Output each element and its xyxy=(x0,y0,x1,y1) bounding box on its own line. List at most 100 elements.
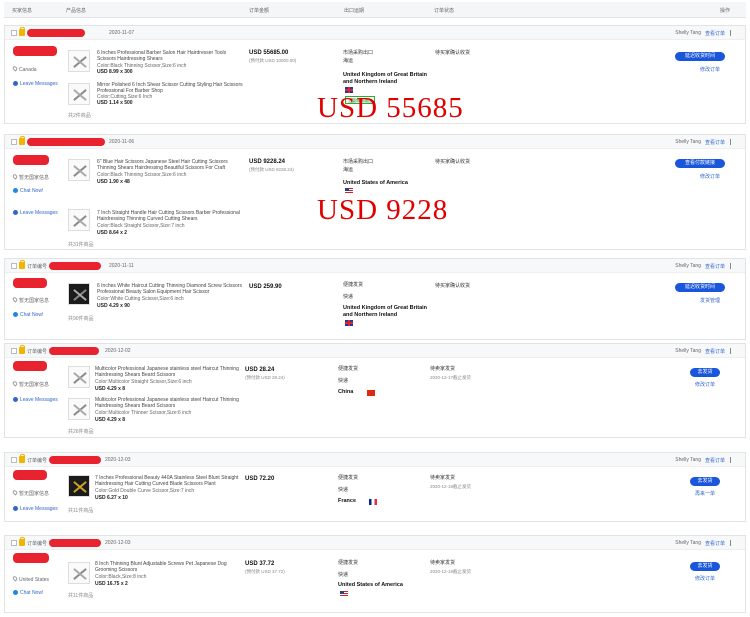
reorder-link[interactable]: 再来一单 xyxy=(695,490,715,497)
view-order-link[interactable]: 查看订单 xyxy=(705,263,725,270)
order-header: 订单编号 2020-12-03 Shelly Tang 查看订单 xyxy=(5,453,745,467)
ship-deadline: 2020-12-17截止发货 xyxy=(430,375,472,380)
staff-select[interactable]: Shelly Tang xyxy=(675,540,701,546)
flag-icon[interactable] xyxy=(730,263,735,269)
staff-select[interactable]: Shelly Tang xyxy=(675,263,701,269)
shipment-management-link[interactable]: 发货管理 xyxy=(700,297,720,304)
view-order-link[interactable]: 查看订单 xyxy=(705,348,725,355)
product-title[interactable]: Multicolor Professional Japanese stainle… xyxy=(95,397,245,409)
extend-receipt-button[interactable]: 延迟收货时间 xyxy=(675,283,725,292)
product-title[interactable]: 7 Inch Straight Handle Hair Cutting Scis… xyxy=(97,210,247,222)
lock-icon xyxy=(19,345,25,354)
flag-icon[interactable] xyxy=(730,457,735,463)
product-variant: Color:Black,Size:8 inch xyxy=(95,574,147,580)
view-order-link[interactable]: 查看订单 xyxy=(705,457,725,464)
order-checkbox[interactable] xyxy=(11,540,17,546)
chat-now-link[interactable]: Chat Now! xyxy=(13,590,43,596)
product-thumbnail[interactable] xyxy=(68,50,90,72)
leave-messages-link[interactable]: Leave Messages xyxy=(13,506,58,512)
view-order-link[interactable]: 查看订单 xyxy=(705,30,725,37)
order-card: 订单编号 2020-12-03 Shelly Tang 查看订单 暂无国家信息 … xyxy=(4,452,746,522)
product-variant: Color:Multicolor Straight Scissor,Size:6… xyxy=(95,379,192,385)
product-title[interactable]: 7 Inches Professional Beauty 440A Stainl… xyxy=(95,475,245,487)
destination-country: United Kingdom of Great Britain and Nort… xyxy=(343,305,428,318)
product-title[interactable]: 6" Blue Hair Scissors Japanese Steel Hai… xyxy=(97,159,237,171)
leave-messages-link[interactable]: Leave Messages xyxy=(13,81,58,87)
extend-receipt-button[interactable]: 延迟收货时间 xyxy=(675,52,725,61)
product-title[interactable]: 6 Inches White Haircut Cutting Thinning … xyxy=(97,283,247,295)
header-product: 产品信息 xyxy=(66,8,87,14)
order-checkbox[interactable] xyxy=(11,263,17,269)
product-thumbnail[interactable] xyxy=(68,283,90,305)
buyer-location: 暂无国家信息 xyxy=(11,296,49,304)
product-thumbnail[interactable] xyxy=(68,209,90,231)
view-order-link[interactable]: 查看订单 xyxy=(705,139,725,146)
order-checkbox[interactable] xyxy=(11,457,17,463)
lock-icon xyxy=(19,454,25,463)
buyer-country: 暂无国家信息 xyxy=(19,382,50,388)
product-variant: Color:White Cutting Scissor,Size:6 inch xyxy=(97,296,184,302)
view-order-link[interactable]: 查看订单 xyxy=(705,540,725,547)
header-action: 操作 xyxy=(720,8,731,14)
order-checkbox[interactable] xyxy=(11,139,17,145)
product-title[interactable]: 6 Inches Professional Barber Salon Hair … xyxy=(97,50,242,62)
ship-now-button[interactable]: 去发货 xyxy=(690,477,720,486)
flag-icon[interactable] xyxy=(730,139,735,145)
chat-now-link[interactable]: Chat Now! xyxy=(13,312,43,318)
product-title[interactable]: 8 Inch Thinning Blunt Adjustable Screws … xyxy=(95,561,235,573)
modify-order-link[interactable]: 修改订单 xyxy=(700,66,720,73)
location-pin-icon xyxy=(11,489,19,496)
product-thumbnail[interactable] xyxy=(68,475,90,497)
header-buyer: 买家信息 xyxy=(12,8,33,14)
order-date: 2020-12-03 xyxy=(105,540,131,546)
redacted-order-id xyxy=(27,29,85,37)
order-checkbox[interactable] xyxy=(11,348,17,354)
message-icon xyxy=(13,210,18,215)
leave-messages-label: Leave Messages xyxy=(20,81,58,87)
leave-messages-link[interactable]: Leave Messages xyxy=(13,397,58,403)
product-variant: Color:Black Straight Scissor,Size:7 inch xyxy=(97,223,185,229)
product-title[interactable]: Mirror Polished 6 Inch Shear Scissor Cut… xyxy=(97,82,247,94)
leave-messages-link[interactable]: Leave Messages xyxy=(13,210,58,216)
staff-select[interactable]: Shelly Tang xyxy=(675,139,701,145)
leave-messages-label: Leave Messages xyxy=(20,506,58,512)
product-thumbnail[interactable] xyxy=(68,159,90,181)
view-payment-link-button[interactable]: 查看付款链接 xyxy=(675,159,725,168)
staff-select[interactable]: Shelly Tang xyxy=(675,30,701,36)
modify-order-link[interactable]: 修改订单 xyxy=(695,381,715,388)
redacted-order-id xyxy=(27,138,105,146)
destination-country: United States of America xyxy=(338,582,403,588)
shipping-mode: 快递 xyxy=(338,487,349,493)
message-icon xyxy=(13,397,18,402)
product-thumbnail[interactable] xyxy=(68,83,90,105)
prepayment-amount: (预付款 USD 9228.24) xyxy=(249,167,294,172)
ship-now-button[interactable]: 去发货 xyxy=(690,368,720,377)
order-amount: USD 28.24 xyxy=(245,367,275,373)
product-thumbnail[interactable] xyxy=(68,398,90,420)
product-thumbnail[interactable] xyxy=(68,366,90,388)
item-count: 共11件商品 xyxy=(68,508,94,514)
order-header: 订单编号 2020-11-11 Shelly Tang 查看订单 xyxy=(5,259,745,273)
product-variant: Color:Gold Double Curve Scissor,Size:7 i… xyxy=(95,488,195,494)
order-number-label: 订单编号 xyxy=(27,541,48,547)
table-header: 买家信息 产品信息 订单金额 出口运期 订单状态 操作 xyxy=(4,2,746,18)
flag-icon[interactable] xyxy=(730,30,735,36)
order-checkbox[interactable] xyxy=(11,30,17,36)
flag-icon[interactable] xyxy=(730,540,735,546)
chat-icon xyxy=(13,590,18,595)
modify-order-link[interactable]: 修改订单 xyxy=(695,575,715,582)
product-price: USD 1.14 x 500 xyxy=(97,100,133,106)
product-thumbnail[interactable] xyxy=(68,562,90,584)
redacted-order-id xyxy=(49,262,101,270)
modify-order-link[interactable]: 修改订单 xyxy=(700,173,720,180)
staff-select[interactable]: Shelly Tang xyxy=(675,457,701,463)
shipping-mode: 快递 xyxy=(338,378,349,384)
order-status: 待买家确认收货 xyxy=(435,50,471,56)
chat-now-link[interactable]: Chat Now! xyxy=(13,188,43,194)
staff-select[interactable]: Shelly Tang xyxy=(675,348,701,354)
flag-icon[interactable] xyxy=(730,348,735,354)
product-title[interactable]: Multicolor Professional Japanese stainle… xyxy=(95,366,245,378)
header-status: 订单状态 xyxy=(434,8,455,14)
shipping-method: 便捷发货 xyxy=(338,366,359,372)
ship-now-button[interactable]: 去发货 xyxy=(690,562,720,571)
